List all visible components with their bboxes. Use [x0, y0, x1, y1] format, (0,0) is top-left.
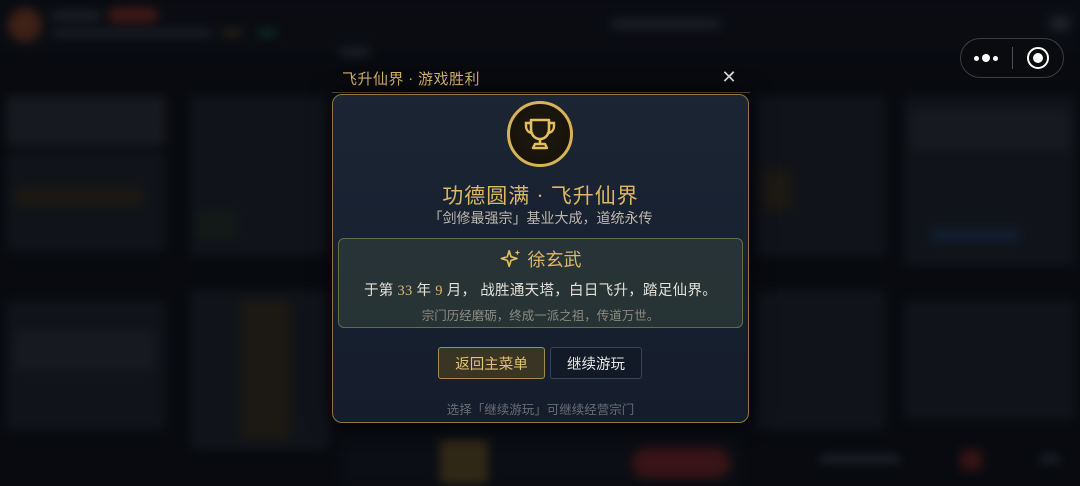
trophy-icon [524, 118, 556, 150]
close-button[interactable]: ✕ [718, 66, 740, 88]
hero-name-row: 徐玄武 [338, 246, 743, 272]
dialog-title: 飞升仙界 · 游戏胜利 [342, 72, 480, 88]
close-icon: ✕ [721, 66, 737, 88]
exit-button[interactable] [1012, 39, 1063, 77]
continue-button[interactable]: 继续游玩 [550, 347, 642, 379]
trophy-badge [507, 101, 573, 167]
detail-suffix: 月， 战胜通天塔，白日飞升，踏足仙界。 [442, 283, 718, 299]
more-button[interactable] [961, 39, 1012, 77]
continue-hint: 选择「继续游玩」可继续经营宗门 [446, 403, 635, 417]
main-menu-button[interactable]: 返回主菜单 [438, 347, 545, 379]
sparkle-icon [500, 249, 520, 268]
ascension-year: 33 [397, 283, 413, 299]
target-close-icon [1026, 47, 1049, 69]
hero-note: 宗门历经磨砺，终成一派之祖，传道万世。 [421, 309, 660, 323]
detail-mid: 年 [412, 283, 436, 299]
ascension-detail: 于第 33 年 9 月， 战胜通天塔，白日飞升，踏足仙界。 [338, 279, 743, 300]
hero-name: 徐玄武 [527, 250, 582, 270]
miniprogram-capsule [960, 38, 1064, 78]
detail-prefix: 于第 [363, 283, 398, 299]
header-divider [332, 92, 750, 93]
victory-headline: 功德圆满 · 飞升仙界 [442, 184, 639, 208]
more-dots-icon [974, 54, 999, 62]
ascension-month: 9 [435, 283, 443, 299]
victory-subline: 「剑修最强宗」基业大成，道统永传 [428, 212, 653, 227]
